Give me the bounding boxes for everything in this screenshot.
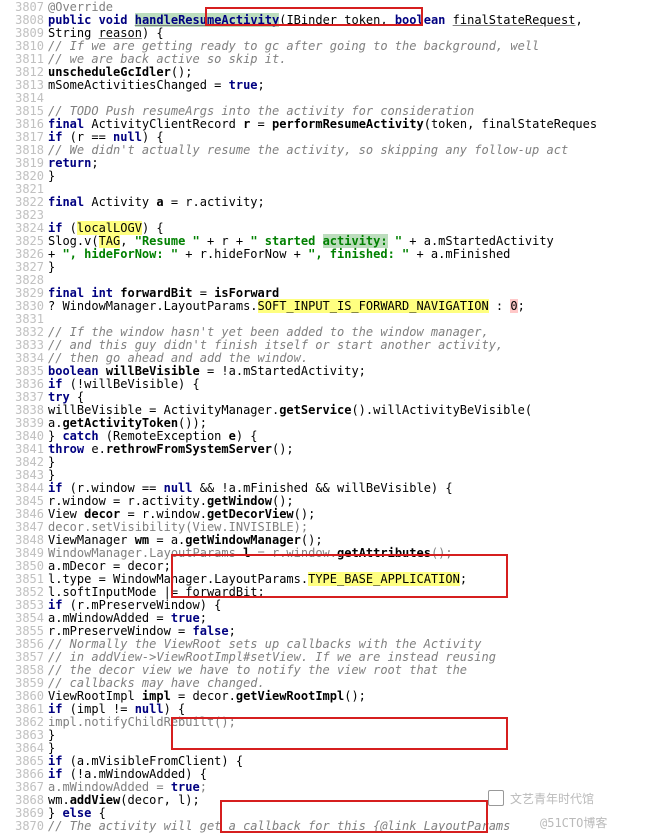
code-line[interactable]: return;: [48, 157, 646, 170]
code-line[interactable]: // We didn't actually resume the activit…: [48, 144, 646, 157]
code-line[interactable]: if (!willBeVisible) {: [48, 378, 646, 391]
code-line[interactable]: }: [48, 729, 646, 742]
code-line[interactable]: }: [48, 170, 646, 183]
line-number: 3870: [0, 820, 44, 833]
code-line[interactable]: // The activity will get a callback for …: [48, 820, 646, 833]
line-number-gutter: 3807380838093810381138123813381438153816…: [0, 0, 46, 835]
code-line[interactable]: }: [48, 456, 646, 469]
code-line[interactable]: throw e.rethrowFromSystemServer();: [48, 443, 646, 456]
code-line[interactable]: final Activity a = r.activity;: [48, 196, 646, 209]
code-editor: 3807380838093810381138123813381438153816…: [0, 0, 646, 835]
code-area[interactable]: @Override public void handleResumeActivi…: [46, 0, 646, 835]
code-line[interactable]: wm.addView(decor, l);: [48, 794, 646, 807]
code-line[interactable]: + ", hideForNow: " + r.hideForNow + ", f…: [48, 248, 646, 261]
code-line[interactable]: ? WindowManager.LayoutParams.SOFT_INPUT_…: [48, 300, 646, 313]
code-line[interactable]: mSomeActivitiesChanged = true;: [48, 79, 646, 92]
code-line[interactable]: }: [48, 261, 646, 274]
code-line[interactable]: impl.notifyChildRebuilt();: [48, 716, 646, 729]
